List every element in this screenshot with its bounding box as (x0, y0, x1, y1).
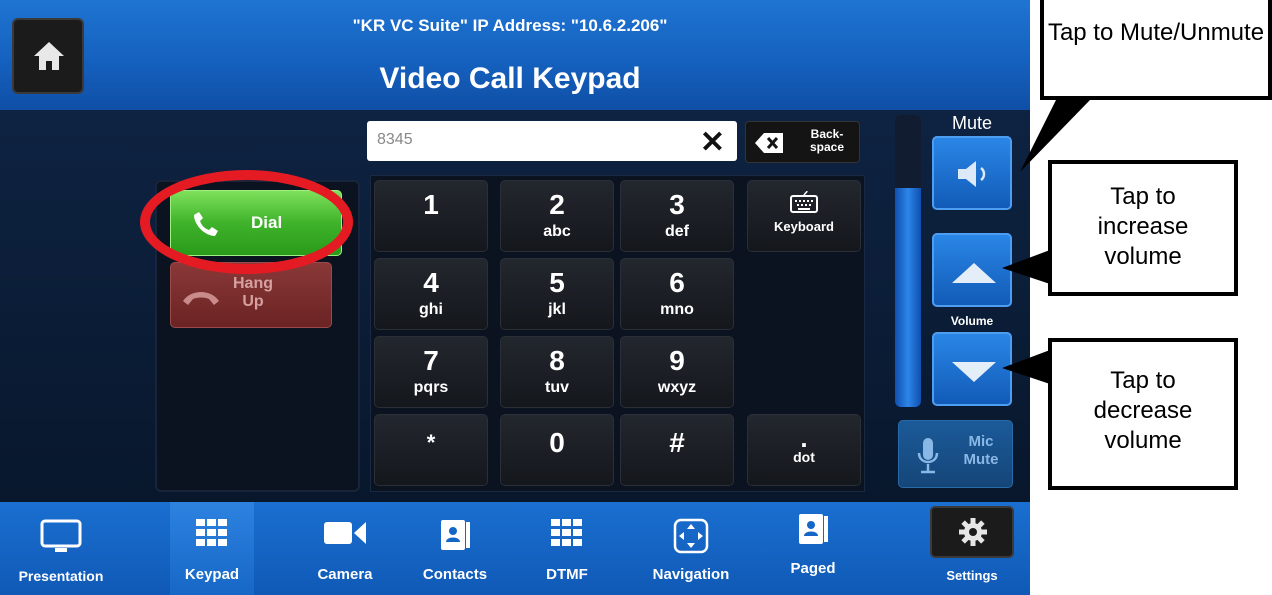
decrease-callout-pointer (1002, 350, 1050, 384)
increase-volume-callout: Tap to increase volume (1048, 160, 1238, 296)
increase-callout-pointer (1002, 250, 1050, 284)
mute-callout: Tap to Mute/Unmute (1040, 0, 1272, 100)
decrease-volume-callout: Tap to decrease volume (1048, 338, 1238, 490)
